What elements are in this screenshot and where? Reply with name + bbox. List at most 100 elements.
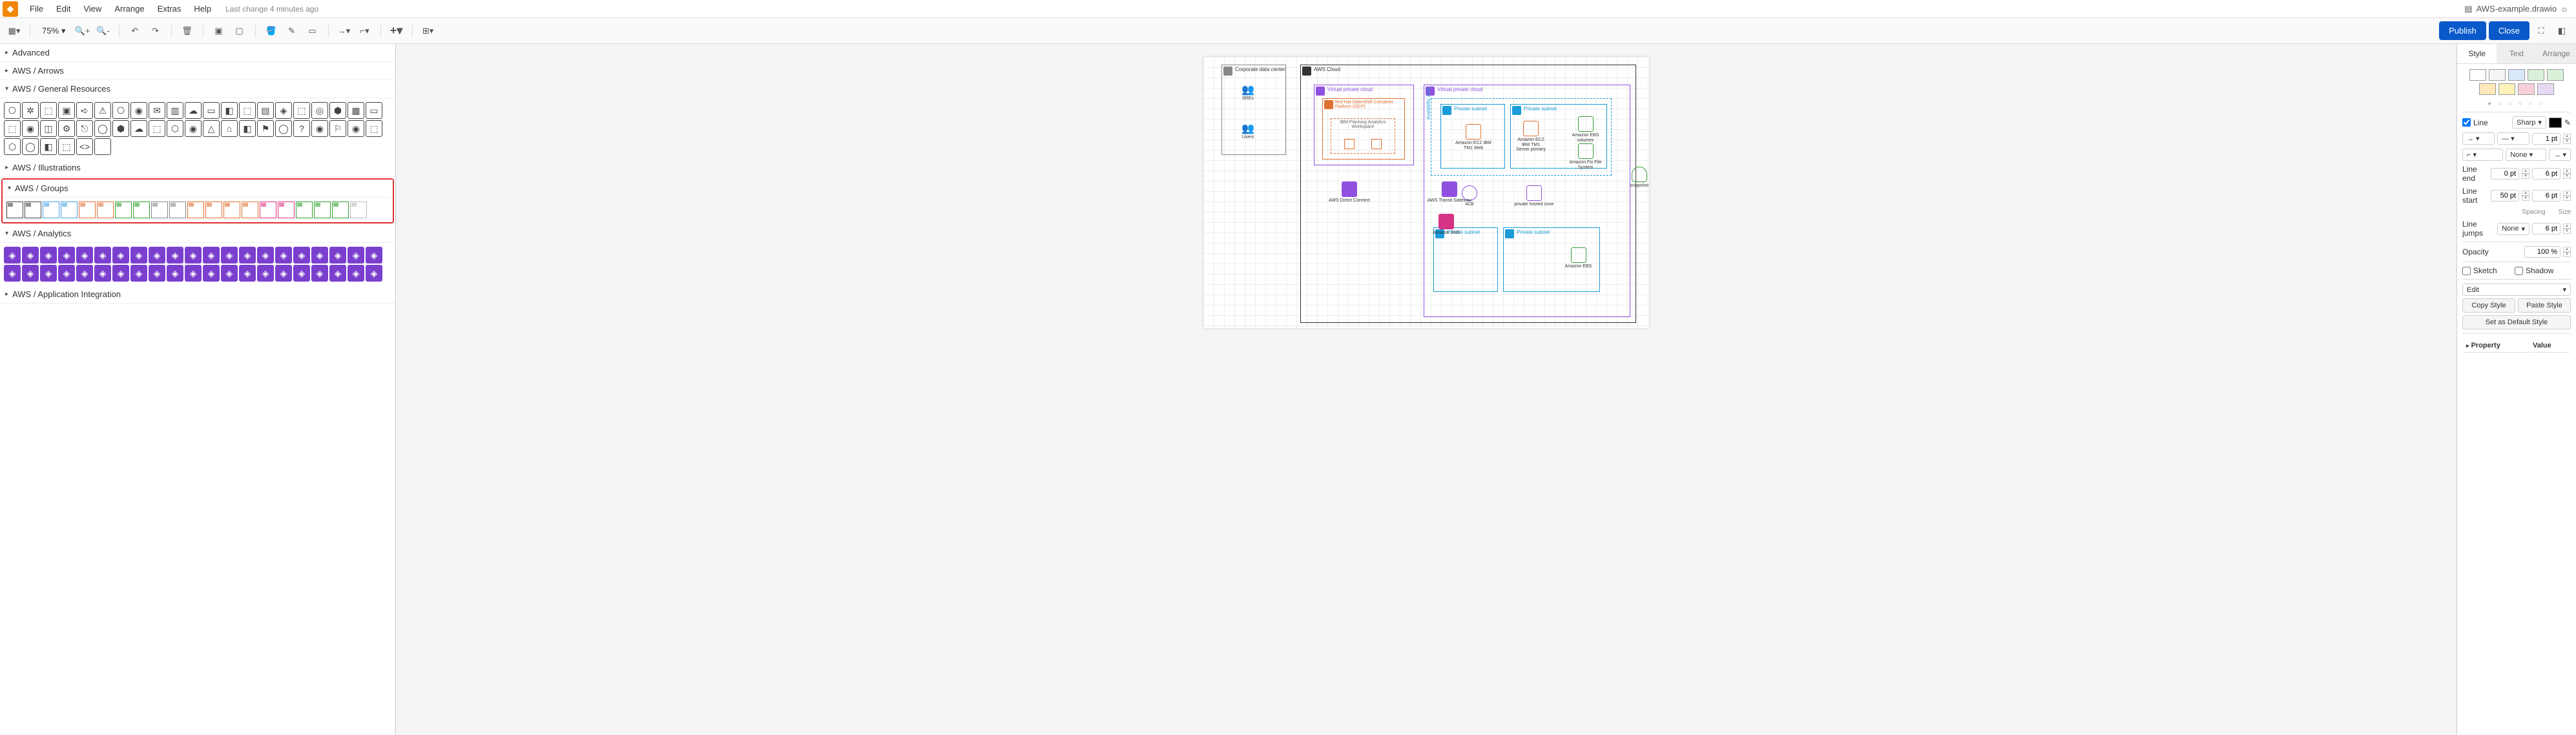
shape-item[interactable]: ◈ (76, 265, 93, 282)
shape-item[interactable]: ⎔ (112, 102, 129, 119)
format-panel-toggle[interactable]: ◧ (2553, 22, 2571, 40)
swatch[interactable] (2498, 83, 2515, 95)
group-shape-item[interactable] (133, 202, 150, 218)
edit-style-select[interactable]: Edit ▾ (2462, 284, 2571, 296)
shape-item[interactable]: ◉ (130, 102, 147, 119)
node-users[interactable]: 👥Users (1241, 123, 1254, 140)
menu-arrange[interactable]: Arrange (108, 1, 151, 16)
arrow-start-select[interactable]: → ▾ (2462, 132, 2495, 145)
close-button[interactable]: Close (2489, 21, 2529, 40)
shape-item[interactable]: ◈ (167, 247, 183, 264)
shape-item[interactable]: ◈ (58, 265, 75, 282)
shape-item[interactable]: ◉ (311, 120, 328, 137)
group-private-subnet-4[interactable]: Private subnet Amazon EBS (1503, 227, 1600, 292)
swatch[interactable] (2528, 69, 2544, 81)
zoom-in-button[interactable]: 🔍+ (74, 22, 92, 40)
shape-item[interactable]: ◈ (40, 265, 57, 282)
group-aws-cloud[interactable]: AWS Cloud Virtual private cloud Red Hat … (1300, 65, 1636, 323)
table-button[interactable]: ⊞▾ (419, 22, 437, 40)
shape-item[interactable]: ⬡ (167, 120, 183, 137)
group-private-subnet-2[interactable]: Private subnet Amazon EC2 IBM TM1 Server… (1510, 104, 1607, 169)
shape-item[interactable]: ◎ (311, 102, 328, 119)
swatch[interactable] (2508, 69, 2525, 81)
shape-item[interactable]: ◈ (366, 247, 382, 264)
shape-item[interactable]: ◈ (4, 265, 21, 282)
shape-item[interactable]: ▦ (348, 102, 364, 119)
shape-item[interactable]: ◈ (239, 265, 256, 282)
node-snapshot[interactable]: snapshot (1626, 167, 1652, 189)
line-end-right-input[interactable] (2532, 168, 2560, 180)
arrow-end-select[interactable]: → ▾ (2549, 149, 2571, 161)
line-start-left-input[interactable] (2491, 190, 2519, 202)
group-shape-item[interactable] (242, 202, 258, 218)
undo-button[interactable]: ↶ (126, 22, 144, 40)
group-shape-item[interactable] (314, 202, 331, 218)
app-logo[interactable]: ◆ (3, 1, 18, 17)
shape-item[interactable]: ◈ (293, 265, 310, 282)
shape-item[interactable]: ◈ (22, 265, 39, 282)
node-fsx[interactable]: Amazon Fix File System (1568, 143, 1603, 170)
group-ocp[interactable]: Red Hat OpenShift Container Platform (OC… (1322, 98, 1405, 160)
line-width-input[interactable] (2532, 133, 2560, 145)
shape-item[interactable]: ◯ (22, 138, 39, 155)
shape-item[interactable]: ◈ (130, 247, 147, 264)
group-shape-item[interactable] (25, 202, 41, 218)
shape-item[interactable]: ⚙ (58, 120, 75, 137)
line-start-right-input[interactable] (2532, 190, 2560, 202)
redo-button[interactable]: ↷ (147, 22, 165, 40)
section-aws-general[interactable]: ▾AWS / General Resources (0, 80, 395, 98)
stepper[interactable]: ▲▼ (2563, 169, 2571, 179)
shape-item[interactable]: ◈ (275, 265, 292, 282)
menu-help[interactable]: Help (187, 1, 218, 16)
shape-item[interactable]: ◈ (239, 247, 256, 264)
group-shape-item[interactable] (151, 202, 168, 218)
shape-item[interactable]: ? (293, 120, 310, 137)
zoom-dropdown[interactable]: 75% ▾ (37, 26, 71, 36)
shape-item[interactable]: ▭ (366, 102, 382, 119)
shape-item[interactable]: ◈ (366, 265, 382, 282)
shape-item[interactable]: ◈ (329, 265, 346, 282)
shape-item[interactable]: ▥ (167, 102, 183, 119)
menu-file[interactable]: File (23, 1, 50, 16)
shape-item[interactable]: ◈ (311, 265, 328, 282)
shape-item[interactable]: ⬚ (40, 102, 57, 119)
group-shape-item[interactable] (97, 202, 114, 218)
shape-item[interactable]: ⬚ (239, 102, 256, 119)
shape-item[interactable]: ◈ (203, 265, 220, 282)
shadow-checkbox[interactable] (2515, 267, 2523, 275)
group-shape-item[interactable] (332, 202, 349, 218)
shape-item[interactable]: ◈ (203, 247, 220, 264)
shape-item[interactable]: ◈ (257, 247, 274, 264)
shape-item[interactable]: ⎋ (76, 120, 93, 137)
shape-item[interactable]: ▭ (203, 102, 220, 119)
shape-item[interactable]: ⬡ (4, 138, 21, 155)
group-shape-item[interactable] (169, 202, 186, 218)
line-color-button[interactable] (2549, 118, 2562, 128)
tab-style[interactable]: Style (2457, 44, 2497, 63)
opacity-input[interactable] (2524, 246, 2560, 258)
group-shape-item[interactable] (205, 202, 222, 218)
page-setup-button[interactable]: ▦▾ (5, 22, 23, 40)
arrow-end-style-select[interactable]: None ▾ (2506, 149, 2546, 161)
fill-color-button[interactable]: 🪣 (262, 22, 280, 40)
swatch[interactable] (2489, 69, 2506, 81)
shape-item[interactable]: ◈ (112, 247, 129, 264)
theme-toggle-icon[interactable]: ☼ (2560, 4, 2568, 14)
group-shape-item[interactable] (79, 202, 96, 218)
shape-item[interactable]: ⬚ (4, 120, 21, 137)
shape-item[interactable]: ◈ (94, 265, 111, 282)
sketch-checkbox[interactable] (2462, 267, 2471, 275)
shadow-button[interactable]: ▭ (304, 22, 322, 40)
shape-item[interactable]: ⌂ (221, 120, 238, 137)
swatch[interactable] (2537, 83, 2554, 95)
section-aws-analytics[interactable]: ▾AWS / Analytics (0, 225, 395, 243)
group-private-subnet-3[interactable]: Private subnet (1433, 227, 1498, 292)
shape-item[interactable]: ⚠ (94, 102, 111, 119)
publish-button[interactable]: Publish (2439, 21, 2486, 40)
shape-item[interactable]: ✉ (149, 102, 165, 119)
shape-item[interactable]: ◫ (40, 120, 57, 137)
zoom-out-button[interactable]: 🔍- (94, 22, 112, 40)
stepper[interactable]: ▲▼ (2563, 247, 2571, 257)
node-ec2-tm1-server[interactable]: Amazon EC2 IBM TM1 Server primary (1515, 121, 1547, 152)
shape-item[interactable]: ◈ (221, 247, 238, 264)
